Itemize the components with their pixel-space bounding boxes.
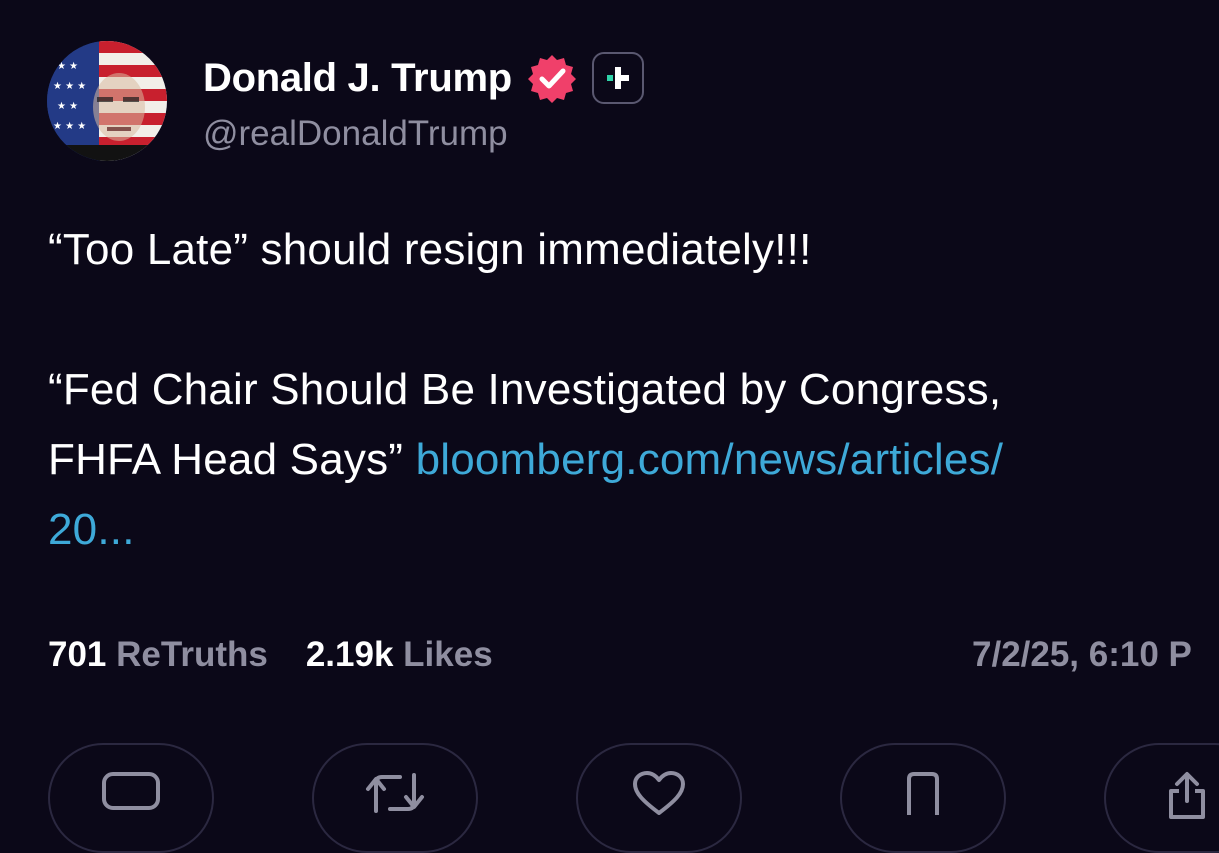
likes-label: Likes (403, 635, 493, 674)
retruths-stat[interactable]: 701 ReTruths (48, 635, 268, 675)
author-display-name[interactable]: Donald J. Trump (203, 56, 512, 101)
reply-icon (101, 771, 161, 851)
article-link-continued[interactable]: 20... (48, 505, 135, 554)
post-text-quote-end: FHFA Head Says” (48, 435, 416, 484)
likes-count: 2.19k (305, 635, 394, 674)
post-text-line: 20... (48, 495, 135, 565)
post-stats: 701 ReTruths 2.19k Likes (48, 635, 493, 675)
post-timestamp: 7/2/25, 6:10 P (972, 635, 1192, 674)
post-text-line: “Too Late” should resign immediately!!! (48, 225, 812, 274)
bookmark-button[interactable] (840, 743, 1006, 853)
svg-text:★ ★: ★ ★ (57, 61, 78, 72)
verified-badge-icon (526, 52, 578, 104)
plus-badge-icon (591, 52, 644, 104)
heart-icon (631, 771, 687, 851)
retruth-button[interactable] (312, 743, 478, 853)
post-text-line: “Fed Chair Should Be Investigated by Con… (48, 365, 1002, 414)
svg-text:★ ★ ★: ★ ★ ★ (53, 121, 86, 132)
retruths-label: ReTruths (116, 635, 268, 674)
share-button[interactable] (1104, 743, 1219, 853)
svg-text:★ ★: ★ ★ (57, 101, 78, 112)
post-text-line: FHFA Head Says” bloomberg.com/news/artic… (48, 425, 1003, 495)
retruths-count: 701 (48, 635, 107, 674)
likes-stat[interactable]: 2.19k Likes (306, 635, 493, 675)
author-handle[interactable]: @realDonaldTrump (203, 114, 508, 154)
article-link[interactable]: bloomberg.com/news/articles/ (416, 435, 1004, 484)
flag-portrait-avatar[interactable]: ★ ★ ★ ★ ★ ★ ★ ★ ★ ★ (47, 41, 167, 161)
truth-post: ★ ★ ★ ★ ★ ★ ★ ★ ★ ★ Donald J. Trump @rea… (0, 0, 1219, 853)
retruth-icon (362, 771, 428, 851)
author-row: Donald J. Trump (203, 52, 644, 104)
like-button[interactable] (576, 743, 742, 853)
share-icon (1165, 771, 1209, 851)
bookmark-icon (903, 771, 943, 851)
svg-text:★ ★ ★: ★ ★ ★ (53, 81, 86, 92)
reply-button[interactable] (48, 743, 214, 853)
